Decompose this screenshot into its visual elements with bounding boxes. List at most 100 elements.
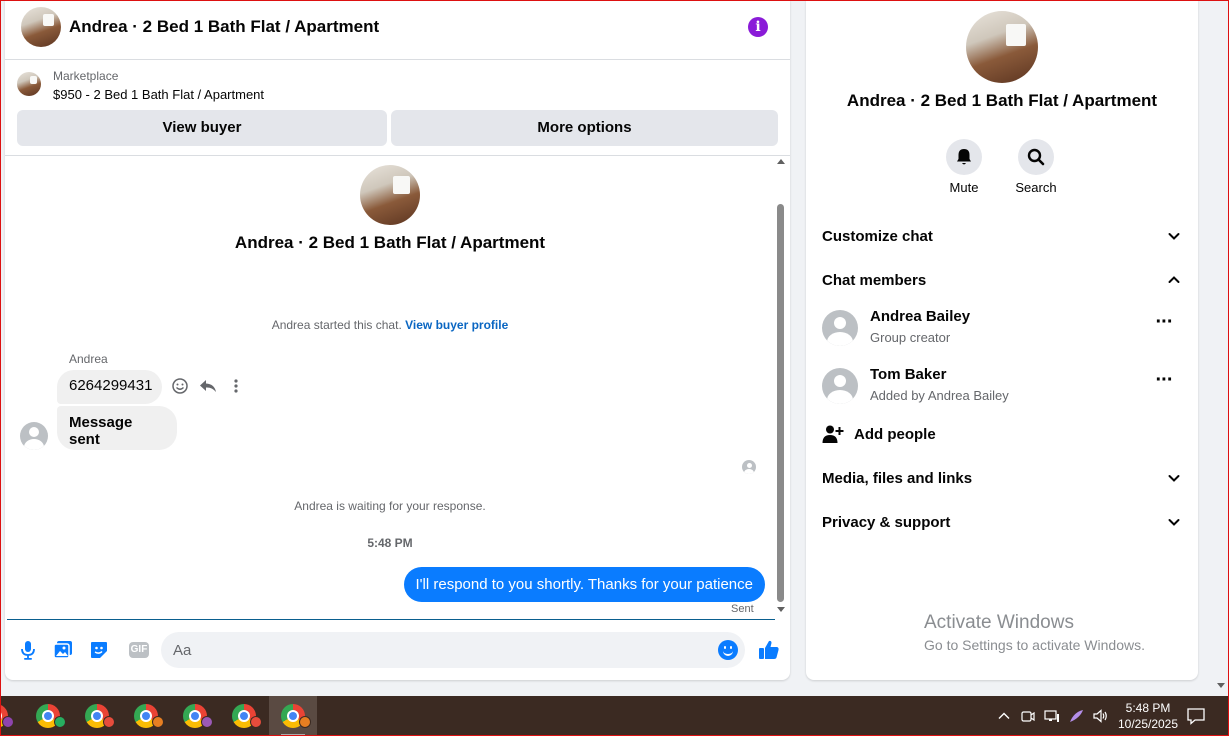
chevron-down-icon — [1168, 233, 1180, 240]
pen-feather-icon[interactable] — [1068, 708, 1084, 724]
sent-status: Sent — [731, 603, 754, 615]
chat-details-panel: Andrea · 2 Bed 1 Bath Flat / Apartment M… — [806, 0, 1198, 680]
read-receipt-avatar — [742, 460, 756, 474]
member-role: Group creator — [870, 330, 951, 345]
microphone-icon[interactable] — [17, 639, 39, 661]
profile-badge — [54, 716, 66, 728]
chat-started-text: Andrea started this chat. — [271, 318, 402, 332]
chevron-down-icon — [1168, 475, 1180, 482]
emoji-icon[interactable] — [718, 640, 738, 660]
clock-date: 10/25/2025 — [1117, 717, 1179, 731]
react-emoji-icon[interactable] — [171, 377, 189, 395]
outgoing-message[interactable]: I'll respond to you shortly. Thanks for … — [403, 567, 765, 602]
chrome-taskbar-app[interactable] — [122, 696, 170, 736]
profile-badge — [103, 716, 115, 728]
marketplace-listing: Marketplace $950 - 2 Bed 1 Bath Flat / A… — [5, 60, 790, 156]
page-scroll-down-arrow-icon[interactable] — [1217, 683, 1225, 688]
chevron-down-icon — [1168, 519, 1180, 526]
message-input[interactable] — [161, 632, 745, 668]
privacy-support-label: Privacy & support — [822, 514, 951, 531]
chat-panel: Andrea · 2 Bed 1 Bath Flat / Apartment i… — [5, 0, 790, 680]
chrome-taskbar-app[interactable] — [171, 696, 219, 736]
sender-name: Andrea — [69, 352, 108, 366]
chrome-taskbar-app[interactable] — [24, 696, 72, 736]
profile-badge — [201, 716, 213, 728]
listing-title[interactable]: $950 - 2 Bed 1 Bath Flat / Apartment — [53, 87, 264, 102]
more-horizontal-icon[interactable]: ··· — [1152, 312, 1176, 340]
more-horizontal-icon[interactable]: ··· — [1152, 370, 1176, 398]
search-button[interactable] — [1018, 139, 1054, 175]
message-actions — [171, 377, 245, 395]
profile-badge — [250, 716, 262, 728]
member-avatar — [822, 310, 858, 346]
message-timestamp: 5:48 PM — [367, 536, 413, 550]
message-list[interactable]: Andrea · 2 Bed 1 Bath Flat / Apartment A… — [5, 157, 790, 619]
network-icon[interactable] — [1044, 708, 1060, 724]
chrome-taskbar-app[interactable] — [0, 696, 20, 736]
listing-thumbnail[interactable] — [17, 72, 41, 96]
media-files-links-label: Media, files and links — [822, 470, 973, 487]
mute-label: Mute — [949, 180, 979, 195]
scroll-thumb[interactable] — [777, 204, 784, 602]
media-files-links-section[interactable]: Media, files and links — [822, 466, 1182, 490]
mute-button[interactable] — [946, 139, 982, 175]
chrome-taskbar-app[interactable] — [220, 696, 268, 736]
scroll-down-arrow-icon[interactable] — [777, 607, 785, 612]
chat-members-section[interactable]: Chat members — [822, 268, 1182, 292]
view-buyer-profile-link[interactable]: View buyer profile — [405, 318, 508, 332]
intro-title: Andrea · 2 Bed 1 Bath Flat / Apartment — [234, 233, 546, 252]
camera-icon[interactable] — [1020, 708, 1036, 724]
member-name: Andrea Bailey — [870, 308, 971, 325]
chrome-taskbar-app[interactable] — [73, 696, 121, 736]
show-hidden-icons-chevron-icon[interactable] — [996, 708, 1012, 724]
gif-button[interactable]: GIF — [129, 642, 149, 658]
photo-gallery-icon[interactable] — [52, 639, 74, 661]
message-composer: GIF — [5, 620, 790, 680]
reply-icon[interactable] — [199, 377, 217, 395]
sender-avatar[interactable] — [20, 422, 48, 450]
more-vertical-icon[interactable] — [227, 377, 245, 395]
chat-members-label: Chat members — [822, 272, 927, 289]
clock-time: 5:48 PM — [1125, 701, 1171, 715]
conversation-avatar[interactable] — [21, 7, 61, 47]
volume-icon[interactable] — [1092, 708, 1108, 724]
sticker-icon[interactable] — [88, 639, 110, 661]
waiting-notice: Andrea is waiting for your response. — [294, 499, 486, 513]
customize-chat-section[interactable]: Customize chat — [822, 224, 1182, 248]
member-row[interactable]: Andrea Bailey Group creator ··· — [822, 306, 1182, 350]
message-scrollbar[interactable] — [776, 157, 786, 619]
search-icon — [1027, 148, 1045, 166]
member-row[interactable]: Tom Baker Added by Andrea Bailey ··· — [822, 364, 1182, 408]
scroll-up-arrow-icon[interactable] — [777, 159, 785, 164]
add-people-label: Add people — [854, 426, 936, 443]
more-options-button[interactable]: More options — [391, 110, 778, 146]
member-role: Added by Andrea Bailey — [870, 388, 1009, 403]
info-icon[interactable]: i — [748, 17, 768, 37]
system-clock[interactable]: 5:48 PM 10/25/2025 — [1108, 700, 1188, 732]
profile-badge — [2, 716, 14, 728]
search-label: Search — [1015, 180, 1057, 195]
profile-badge — [152, 716, 164, 728]
details-avatar[interactable] — [966, 11, 1038, 83]
windows-taskbar: 5:48 PM 10/25/2025 — [0, 696, 1229, 736]
profile-badge — [299, 716, 311, 728]
details-title: Andrea · 2 Bed 1 Bath Flat / Apartment — [846, 91, 1158, 110]
chrome-taskbar-app-active[interactable] — [269, 696, 317, 736]
view-buyer-button[interactable]: View buyer — [17, 110, 387, 146]
thumbs-up-icon[interactable] — [757, 638, 781, 662]
conversation-title[interactable]: Andrea · 2 Bed 1 Bath Flat / Apartment — [69, 17, 379, 37]
add-person-icon — [822, 425, 844, 443]
intro-avatar — [360, 165, 420, 225]
member-avatar — [822, 368, 858, 404]
chat-started-notice: Andrea started this chat. View buyer pro… — [5, 318, 775, 332]
listing-source: Marketplace — [53, 69, 119, 83]
privacy-support-section[interactable]: Privacy & support — [822, 510, 1182, 534]
notification-icon[interactable] — [1186, 706, 1206, 726]
member-name: Tom Baker — [870, 366, 947, 383]
bell-icon — [957, 149, 971, 165]
incoming-message[interactable]: 6264299431 — [57, 370, 162, 404]
chevron-up-icon — [1168, 276, 1180, 283]
add-people-button[interactable]: Add people — [822, 423, 1182, 447]
incoming-message[interactable]: Message sent — [57, 406, 177, 450]
chat-header: Andrea · 2 Bed 1 Bath Flat / Apartment i — [5, 0, 790, 60]
